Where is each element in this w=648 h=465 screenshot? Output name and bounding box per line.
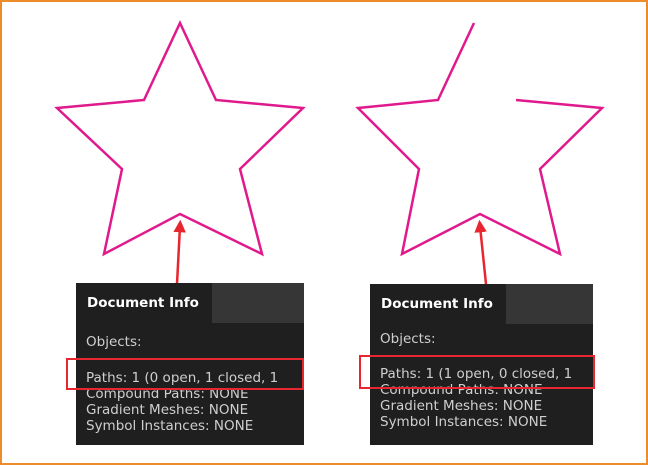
tab-document-info[interactable]: Document Info bbox=[76, 283, 212, 323]
tab-document-info[interactable]: Document Info bbox=[370, 284, 506, 324]
objects-label: Objects: bbox=[380, 331, 436, 347]
open-star-path bbox=[355, 22, 605, 257]
paths-highlight-left bbox=[66, 358, 304, 390]
arrow-right bbox=[474, 219, 488, 285]
gradient-meshes-count: Gradient Meshes: NONE bbox=[380, 398, 543, 414]
closed-star-path bbox=[54, 20, 306, 257]
arrow-left bbox=[173, 219, 186, 285]
symbol-instances-count: Symbol Instances: NONE bbox=[86, 418, 254, 434]
objects-label: Objects: bbox=[86, 334, 142, 350]
gradient-meshes-count: Gradient Meshes: NONE bbox=[86, 402, 249, 418]
symbol-instances-count: Symbol Instances: NONE bbox=[380, 414, 548, 430]
paths-highlight-right bbox=[359, 355, 595, 389]
